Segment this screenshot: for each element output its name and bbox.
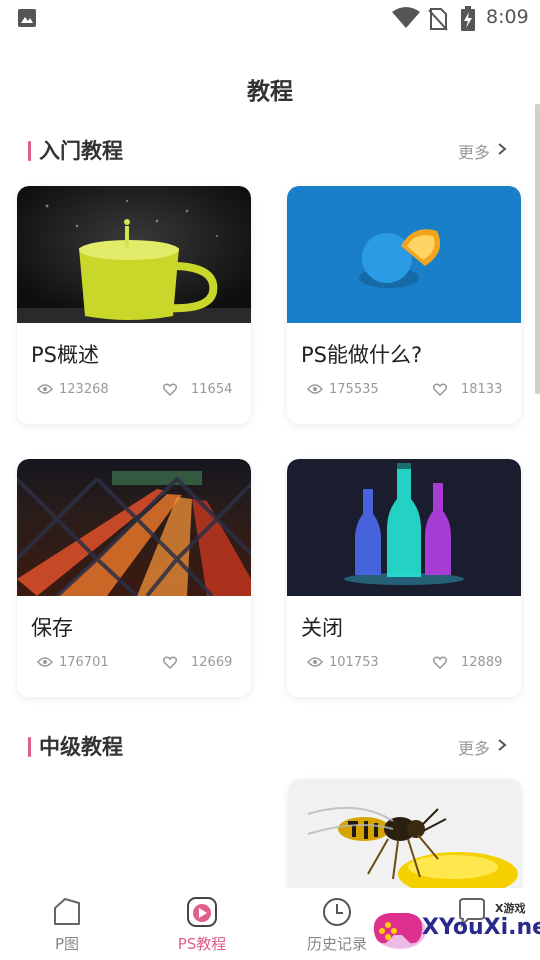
like-count: 12669 [191, 655, 233, 670]
gamepad-icon [373, 913, 426, 949]
section-accent-bar [28, 737, 31, 757]
battery-charging-icon [461, 6, 475, 31]
section-header-beginner: 入门教程 更多 [0, 131, 540, 171]
eye-icon [307, 384, 323, 394]
card-thumbnail [287, 459, 521, 596]
heart-icon[interactable] [163, 656, 177, 669]
section-title: 中级教程 [39, 735, 123, 759]
heart-icon[interactable] [433, 656, 447, 669]
view-count: 176701 [59, 655, 109, 670]
tutorial-card[interactable]: PS概述 123268 11654 [17, 186, 251, 424]
like-count: 12889 [461, 655, 503, 670]
card-thumbnail [287, 186, 521, 323]
tab-label: PS教程 [177, 935, 227, 953]
card-title: PS概述 [31, 343, 99, 367]
status-bar: 8:09 [0, 0, 540, 38]
chevron-right-icon[interactable] [497, 738, 507, 752]
eye-icon [307, 657, 323, 667]
view-count: 123268 [59, 382, 109, 397]
tab-ps-tutorial[interactable]: PS教程 [152, 888, 252, 960]
no-sim-icon [428, 8, 448, 31]
watermark-top: X游戏 [495, 902, 526, 915]
wifi-icon [392, 7, 420, 28]
tutorial-card[interactable]: PS能做什么? 175535 18133 [287, 186, 521, 424]
heart-icon[interactable] [433, 383, 447, 396]
eye-icon [37, 657, 53, 667]
tutorial-card[interactable]: 关闭 101753 12889 [287, 459, 521, 697]
card-title: 保存 [31, 616, 73, 640]
chevron-right-icon[interactable] [497, 142, 507, 156]
section-title: 入门教程 [39, 139, 123, 163]
section-header-intermediate: 中级教程 更多 [0, 727, 540, 767]
status-time: 8:09 [486, 6, 529, 28]
section-accent-bar [28, 141, 31, 161]
card-title: 关闭 [301, 616, 343, 640]
play-icon [187, 897, 217, 927]
watermark-logo: X游戏 XYouXi.net [368, 895, 540, 955]
view-count: 101753 [329, 655, 379, 670]
clock-icon [323, 898, 351, 926]
more-link[interactable]: 更多 [458, 735, 490, 759]
tab-label: P图 [54, 935, 80, 953]
view-count: 175535 [329, 382, 379, 397]
like-count: 11654 [191, 382, 233, 397]
card-thumbnail [17, 459, 251, 596]
page-title: 教程 [247, 79, 293, 105]
hexagon-icon [54, 898, 80, 925]
heart-icon[interactable] [163, 383, 177, 396]
gallery-icon [18, 9, 36, 27]
card-title: PS能做什么? [301, 343, 423, 367]
more-link[interactable]: 更多 [458, 139, 490, 163]
watermark-text: XYouXi.net [422, 915, 540, 940]
tutorial-card[interactable]: 保存 176701 12669 [17, 459, 251, 697]
card-thumbnail [17, 186, 251, 323]
like-count: 18133 [461, 382, 503, 397]
tab-p-image[interactable]: P图 [17, 888, 117, 960]
eye-icon [37, 384, 53, 394]
